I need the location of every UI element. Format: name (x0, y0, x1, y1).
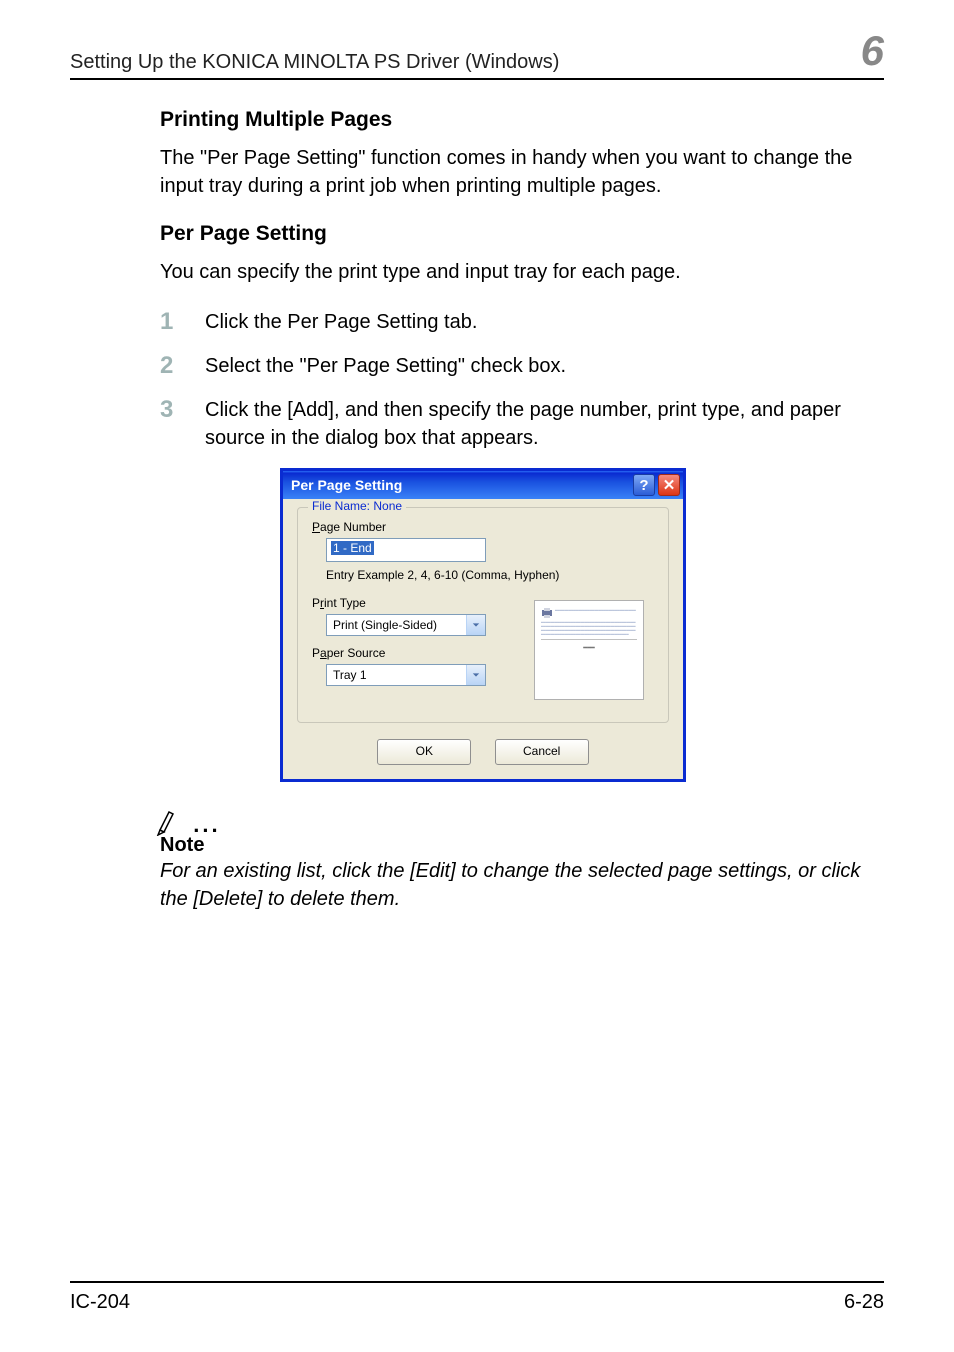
page-number-label-text: age Number (320, 520, 386, 534)
step-text: Select the "Per Page Setting" check box. (205, 352, 566, 380)
page-preview-thumbnail: ▂▂▂▂▂▂▂▂▂▂▂▂▂▂▂▂▂▂▂▂▂▂▂▂▂▂▂▂▂▂▂▂▂▂▂▂▂▂▂▂… (534, 600, 644, 700)
entry-example: Entry Example 2, 4, 6-10 (Comma, Hyphen) (326, 568, 654, 582)
step-text: Click the [Add], and then specify the pa… (205, 396, 884, 452)
section-para-1: The "Per Page Setting" function comes in… (160, 144, 884, 200)
note-label: Note (160, 834, 884, 857)
chevron-down-icon[interactable] (466, 665, 485, 685)
note-text: For an existing list, click the [Edit] t… (160, 857, 884, 913)
page-number-input[interactable]: 1 - End (326, 538, 486, 562)
page-number-value: 1 - End (331, 541, 374, 555)
help-button[interactable]: ? (633, 474, 655, 496)
group-legend: File Name: None (308, 499, 406, 513)
footer-left: IC-204 (70, 1291, 130, 1314)
running-head: Setting Up the KONICA MINOLTA PS Driver … (70, 51, 559, 74)
paper-source-label: Paper Source (312, 646, 486, 660)
paper-source-value: Tray 1 (327, 665, 466, 685)
step-number: 3 (160, 396, 205, 452)
note-icon: ... (156, 808, 884, 836)
step-number: 2 (160, 352, 205, 380)
close-button[interactable]: ✕ (658, 474, 680, 496)
section-title-2: Per Page Setting (160, 222, 884, 246)
section-title-1: Printing Multiple Pages (160, 108, 884, 132)
file-group: File Name: None Page Number 1 - End Entr… (297, 507, 669, 723)
dialog-titlebar[interactable]: Per Page Setting ? ✕ (283, 471, 683, 499)
page-header: Setting Up the KONICA MINOLTA PS Driver … (70, 30, 884, 80)
chevron-down-icon[interactable] (466, 615, 485, 635)
paper-source-combo[interactable]: Tray 1 (326, 664, 486, 686)
step-number: 1 (160, 308, 205, 336)
cancel-button[interactable]: Cancel (495, 739, 589, 765)
footer-right: 6-28 (844, 1291, 884, 1314)
step-1: 1 Click the Per Page Setting tab. (160, 308, 884, 336)
body-content: Printing Multiple Pages The "Per Page Se… (70, 108, 884, 782)
page-number-label: Page Number (312, 520, 654, 534)
step-text: Click the Per Page Setting tab. (205, 308, 477, 336)
dialog-title: Per Page Setting (291, 477, 402, 493)
print-type-label: Print Type (312, 596, 486, 610)
step-3: 3 Click the [Add], and then specify the … (160, 396, 884, 452)
ok-button[interactable]: OK (377, 739, 471, 765)
print-type-value: Print (Single-Sided) (327, 615, 466, 635)
section-para-2: You can specify the print type and input… (160, 258, 884, 286)
page-footer: IC-204 6-28 (70, 1281, 884, 1314)
chapter-number: 6 (861, 30, 884, 74)
note-block: ... Note For an existing list, click the… (70, 808, 884, 913)
printer-icon (541, 607, 553, 619)
print-type-combo[interactable]: Print (Single-Sided) (326, 614, 486, 636)
per-page-setting-dialog: Per Page Setting ? ✕ File Name: None Pag… (280, 468, 686, 782)
step-2: 2 Select the "Per Page Setting" check bo… (160, 352, 884, 380)
